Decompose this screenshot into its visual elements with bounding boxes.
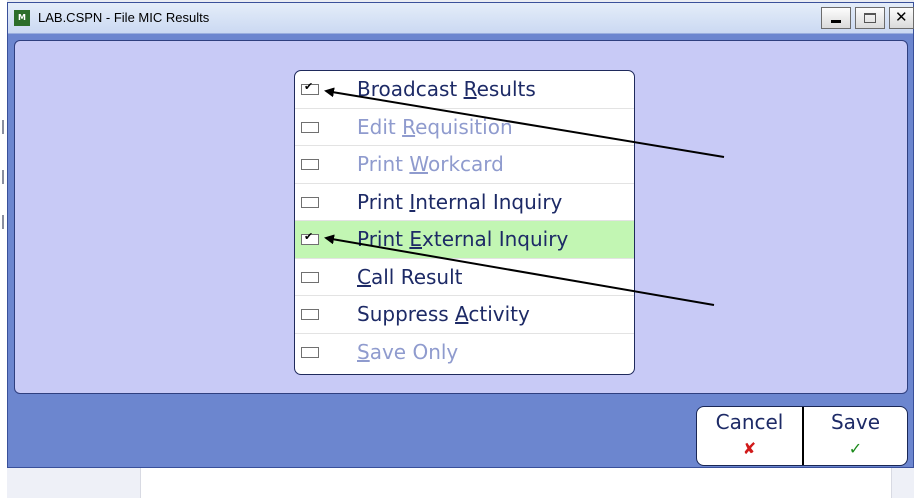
option-label: Edit Requisition: [357, 114, 513, 139]
checkbox[interactable]: ✔: [301, 230, 319, 245]
bottom-field: [140, 468, 892, 498]
option-row[interactable]: ✔ Broadcast Results: [295, 71, 634, 109]
app-icon: M: [14, 10, 30, 26]
maximize-icon[interactable]: [855, 7, 885, 29]
checkbox: [301, 159, 319, 170]
options-panel: ✔ Broadcast Results Edit Requisition Print …: [14, 40, 908, 394]
save-check-icon: ✓: [848, 439, 863, 458]
save-button[interactable]: Save ✓: [804, 407, 907, 465]
option-label: Print Internal Inquiry: [357, 189, 563, 214]
option-label: Print Workcard: [357, 152, 504, 176]
checkmark-icon: ✔: [304, 80, 314, 93]
option-label: Print External Inquiry: [357, 227, 569, 251]
option-row[interactable]: Suppress Activity: [295, 296, 634, 334]
option-label: Suppress Activity: [357, 302, 530, 326]
option-row: Save Only: [295, 334, 634, 371]
title-bar[interactable]: M LAB.CSPN - File MIC Results: [8, 3, 914, 34]
option-row: Print Workcard: [295, 146, 634, 184]
checkbox[interactable]: ✔: [301, 80, 319, 95]
checkbox[interactable]: [301, 196, 319, 208]
window-title: LAB.CSPN - File MIC Results: [38, 10, 210, 25]
close-icon[interactable]: [889, 7, 914, 29]
cancel-label: Cancel: [715, 410, 784, 434]
option-row[interactable]: Print Internal Inquiry: [295, 184, 634, 221]
checkbox: [301, 346, 319, 358]
checkbox[interactable]: [301, 271, 319, 283]
cancel-x-icon: ✘: [742, 439, 757, 458]
options-list: ✔ Broadcast Results Edit Requisition Print …: [294, 70, 635, 375]
checkbox: [301, 121, 319, 133]
minimize-icon[interactable]: [821, 7, 851, 29]
background-app-edge: [0, 0, 7, 498]
dialog-window: M LAB.CSPN - File MIC Results ✔ Broadcast…: [7, 2, 914, 468]
cancel-button[interactable]: Cancel ✘: [697, 407, 804, 465]
option-label: Call Result: [357, 264, 463, 289]
checkbox[interactable]: [301, 309, 319, 320]
action-buttons: Cancel ✘ Save ✓: [696, 406, 908, 466]
option-label: Save Only: [357, 339, 459, 364]
option-row: Edit Requisition: [295, 109, 634, 146]
option-row[interactable]: Call Result: [295, 259, 634, 296]
checkmark-icon: ✔: [304, 230, 314, 243]
option-row[interactable]: ✔ Print External Inquiry: [295, 221, 634, 259]
option-label: Broadcast Results: [357, 77, 536, 101]
save-label: Save: [830, 410, 881, 434]
